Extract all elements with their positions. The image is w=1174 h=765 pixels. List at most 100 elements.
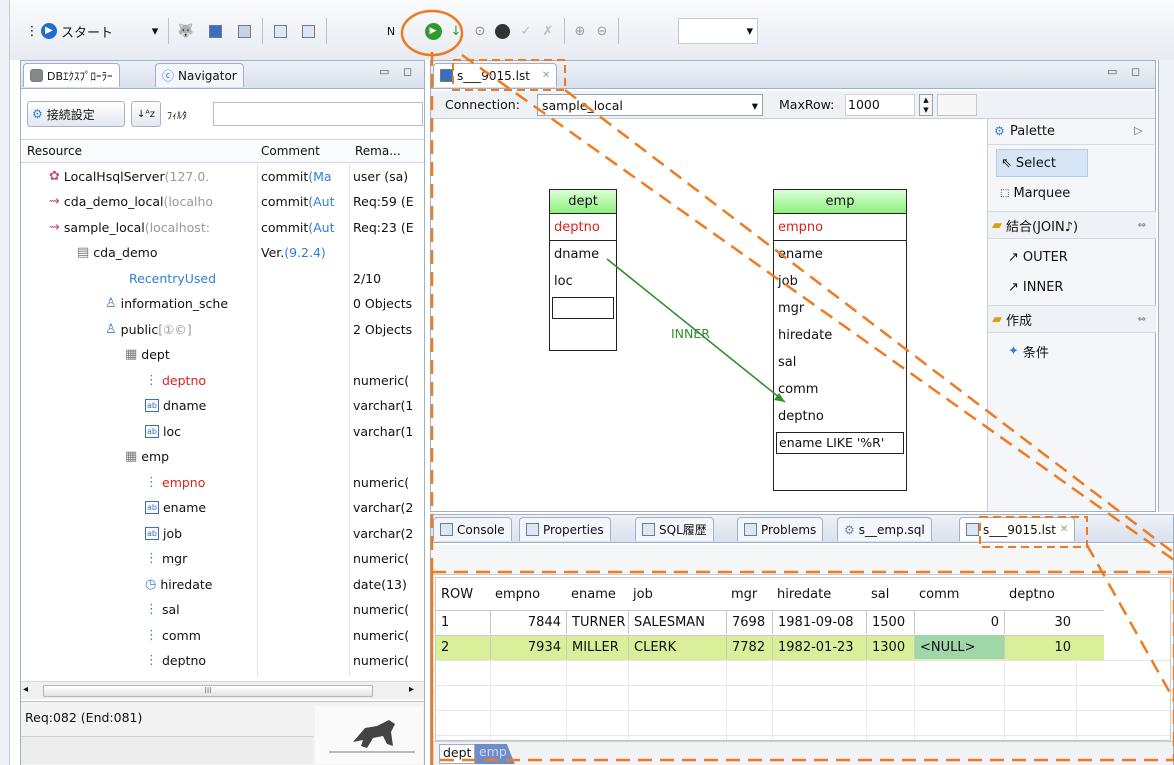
palette-create-group[interactable]: ▰ 作成 ⇔: [988, 305, 1156, 333]
n-tool-icon[interactable]: N: [380, 18, 402, 44]
result-cell[interactable]: 7844: [490, 610, 566, 634]
list-file-icon[interactable]: [203, 18, 227, 44]
tree-row[interactable]: ab ename varchar(2: [21, 496, 424, 521]
result-cell[interactable]: MILLER: [566, 635, 628, 659]
result-cell[interactable]: 7934: [490, 635, 566, 659]
check-icon[interactable]: ✓: [516, 18, 536, 44]
sheet-tab-dept[interactable]: dept: [439, 744, 476, 764]
result-cell[interactable]: SALESMAN: [628, 610, 726, 634]
tree-row[interactable]: ✿ LocalHsqlServer (127.0. commit (Ma user (s…: [21, 164, 424, 189]
scroll-right-icon[interactable]: ▸: [409, 684, 414, 695]
result-cell[interactable]: 0: [914, 610, 1004, 634]
result-column-header[interactable]: deptno: [1004, 582, 1076, 606]
minimize-icon[interactable]: ▭: [1107, 65, 1117, 78]
start-button[interactable]: ▶ スタート: [40, 18, 150, 44]
tree-row[interactable]: ▦ dept: [21, 343, 424, 368]
result-cell[interactable]: 7698: [726, 610, 772, 634]
palette-condition-tool[interactable]: ✦ 条件: [1008, 337, 1125, 365]
zoom-out-icon[interactable]: ⊖: [592, 18, 612, 44]
tree-row[interactable]: ab dname varchar(1: [21, 394, 424, 419]
tree-row[interactable]: ♙ information_sche 0 Objects: [21, 292, 424, 317]
result-cell[interactable]: 1500: [866, 610, 914, 634]
result-cell[interactable]: 1300: [866, 635, 914, 659]
palette-marquee-tool[interactable]: ⬚ Marquee: [1000, 179, 1117, 207]
close-icon[interactable]: ✕: [542, 70, 550, 81]
collapse-icon[interactable]: ⇔: [1138, 220, 1146, 231]
tab-properties[interactable]: Properties: [519, 517, 611, 541]
result-cell[interactable]: <NULL>: [914, 635, 1004, 659]
tree-row[interactable]: ⇝ cda_demo_local (localho commit (Aut Req:59…: [21, 190, 424, 215]
tab-sql-history[interactable]: SQL履歴: [635, 517, 714, 541]
wolf-tool-icon[interactable]: 🐺: [174, 18, 198, 44]
erd-canvas[interactable]: dept deptno dname loc emp empno ename jo…: [431, 119, 985, 511]
run-icon[interactable]: ▶: [422, 18, 444, 44]
tree-row[interactable]: ab loc varchar(1: [21, 419, 424, 444]
tree-row[interactable]: ⋮ sal numeric(: [21, 598, 424, 623]
result-cell[interactable]: 10: [1004, 635, 1076, 659]
column-header-remark[interactable]: Rema...: [355, 140, 401, 162]
tree-row[interactable]: ▦ emp: [21, 445, 424, 470]
uncheck-icon[interactable]: ✗: [538, 18, 558, 44]
maxrow-spinner[interactable]: ▲ ▼: [919, 94, 933, 116]
tab-problems[interactable]: Problems: [737, 517, 824, 541]
tree-row[interactable]: ⋮ comm numeric(: [21, 623, 424, 648]
filter-input[interactable]: [213, 102, 423, 126]
result-cell[interactable]: 1: [436, 610, 490, 634]
result-cell[interactable]: 7782: [726, 635, 772, 659]
tree-row[interactable]: ⋮ deptno numeric(: [21, 649, 424, 674]
sort-az-icon[interactable]: ↓ᴬz: [131, 101, 161, 127]
grid-tool-icon[interactable]: [268, 18, 292, 44]
tree-row[interactable]: ⋮ deptno numeric(: [21, 368, 424, 393]
tree-row[interactable]: ab job varchar(2: [21, 521, 424, 546]
result-column-header[interactable]: mgr: [726, 582, 772, 606]
sheet-tab-emp[interactable]: emp: [475, 744, 515, 764]
tree-row[interactable]: RecentryUsed 2/10: [21, 266, 424, 291]
tree-row[interactable]: ▤ cda_demo Ver. (9.2.4): [21, 241, 424, 266]
tree-row[interactable]: ⇝ sample_local (localhost: commit (Aut Req:2…: [21, 215, 424, 240]
result-cell[interactable]: TURNER: [566, 610, 628, 634]
result-column-header[interactable]: empno: [490, 582, 566, 606]
column-header-comment[interactable]: Comment: [261, 140, 320, 162]
palette-outer-join[interactable]: ↗ OUTER: [1008, 243, 1125, 271]
clock-icon[interactable]: ⊙: [470, 18, 490, 44]
maximize-icon[interactable]: ◻: [403, 65, 412, 78]
start-dropdown-icon[interactable]: ▾: [148, 18, 162, 44]
connect-settings-button[interactable]: ⚙ 接続設定: [27, 101, 125, 127]
zoom-in-icon[interactable]: ⊕: [570, 18, 590, 44]
result-cell[interactable]: 1982-01-23: [772, 635, 866, 659]
minimize-icon[interactable]: ▭: [379, 65, 389, 78]
result-column-header[interactable]: job: [628, 582, 726, 606]
maxrow-input[interactable]: 1000: [845, 94, 915, 116]
maximize-icon[interactable]: ◻: [1131, 65, 1140, 78]
column-header-resource[interactable]: Resource: [27, 140, 82, 162]
save-icon[interactable]: [232, 18, 256, 44]
tab-result-list[interactable]: s___9015.lst ✕: [959, 517, 1076, 541]
tree-row[interactable]: ◷ hiredate date(13): [21, 572, 424, 597]
result-cell[interactable]: 30: [1004, 610, 1076, 634]
grid-tool-icon-2[interactable]: [296, 18, 320, 44]
result-cell[interactable]: CLERK: [628, 635, 726, 659]
palette-select-tool[interactable]: ⇖ Select: [996, 149, 1088, 177]
result-column-header[interactable]: ROW: [436, 582, 490, 606]
close-icon[interactable]: ✕: [1060, 524, 1068, 535]
tree-row[interactable]: ♙ public [①©] 2 Objects: [21, 317, 424, 342]
result-column-header[interactable]: ename: [566, 582, 628, 606]
zoom-combo[interactable]: ▾: [678, 18, 758, 44]
tab-emp-sql[interactable]: ⚙ s__emp.sql: [837, 517, 932, 541]
tab-query-file[interactable]: s___9015.lst ✕: [433, 63, 558, 87]
tree-row[interactable]: ⋮ empno numeric(: [21, 470, 424, 495]
tree-row[interactable]: ⋮ mgr numeric(: [21, 547, 424, 572]
chevron-right-icon[interactable]: ▷: [1134, 124, 1142, 137]
palette-join-group[interactable]: ▰ 結合(JOIN♪) ⇔: [988, 211, 1156, 239]
result-cell[interactable]: 2: [436, 635, 490, 659]
connection-select[interactable]: sample_local ▾: [537, 94, 763, 116]
scroll-left-icon[interactable]: ◂: [23, 684, 28, 695]
tab-db-explorer[interactable]: DBｴｸｽﾌﾟﾛｰﾗｰ: [23, 63, 120, 87]
step-run-icon[interactable]: ↓: [446, 18, 466, 44]
scroll-thumb[interactable]: III: [43, 685, 373, 697]
collapse-icon[interactable]: ⇔: [1138, 314, 1146, 325]
palette-inner-join[interactable]: ↗ INNER: [1008, 273, 1125, 301]
horizontal-scrollbar[interactable]: ◂ III ▸: [21, 681, 424, 699]
result-column-header[interactable]: sal: [866, 582, 914, 606]
result-cell[interactable]: 1981-09-08: [772, 610, 866, 634]
